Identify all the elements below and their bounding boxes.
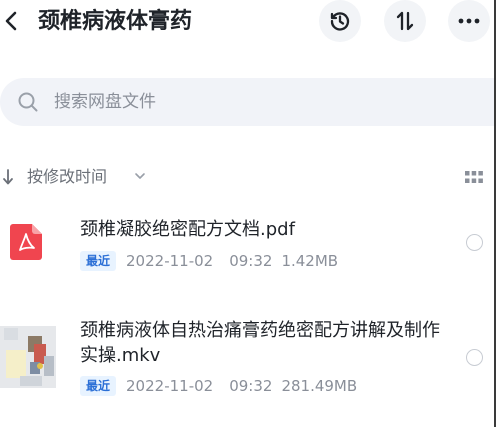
file-name: 颈椎病液体自热治痛膏药绝密配方讲解及制作实操.mkv [80, 320, 440, 366]
sort-bar: 按修改时间 [0, 162, 496, 192]
more-button[interactable] [448, 0, 490, 42]
page-title: 颈椎病液体膏药 [38, 9, 193, 34]
arrow-down-icon [3, 169, 13, 185]
pdf-file-icon [10, 224, 42, 260]
history-icon [330, 12, 350, 31]
back-button[interactable] [2, 8, 20, 34]
chevron-down-icon[interactable] [134, 171, 146, 181]
search-icon [18, 92, 38, 112]
select-radio[interactable] [466, 349, 483, 366]
chevron-left-icon [5, 11, 17, 31]
top-bar: 颈椎病液体膏药 [0, 0, 496, 46]
file-date: 2022-11-02 [126, 252, 214, 270]
file-meta: 最近 2022-11-02 09:32 281.49MB [80, 375, 357, 397]
sort-order-button[interactable] [384, 0, 426, 42]
list-item[interactable]: 颈椎病液体自热治痛膏药绝密配方讲解及制作实操.mkv 最近 2022-11-02… [0, 318, 496, 406]
file-size: 281.49MB [281, 377, 358, 395]
file-size: 1.42MB [281, 252, 339, 270]
more-icon [458, 18, 480, 24]
recent-badge: 最近 [80, 251, 117, 271]
grid-view-icon[interactable] [465, 169, 483, 185]
select-radio[interactable] [466, 234, 483, 251]
recent-badge: 最近 [80, 376, 117, 396]
video-thumbnail-image [0, 326, 56, 388]
sort-option-label[interactable]: 按修改时间 [27, 166, 107, 188]
history-button[interactable] [319, 0, 361, 42]
file-time: 09:32 [229, 377, 273, 395]
video-thumbnail [0, 326, 56, 388]
search-input[interactable] [54, 88, 434, 116]
file-date: 2022-11-02 [126, 377, 214, 395]
search-bar[interactable] [0, 78, 496, 126]
list-item[interactable]: 颈椎凝胶绝密配方文档.pdf 最近 2022-11-02 09:32 1.42M… [0, 208, 496, 278]
sort-arrows-icon [396, 11, 414, 31]
file-name: 颈椎凝胶绝密配方文档.pdf [80, 219, 295, 240]
file-time: 09:32 [229, 252, 273, 270]
file-meta: 最近 2022-11-02 09:32 1.42MB [80, 250, 338, 272]
